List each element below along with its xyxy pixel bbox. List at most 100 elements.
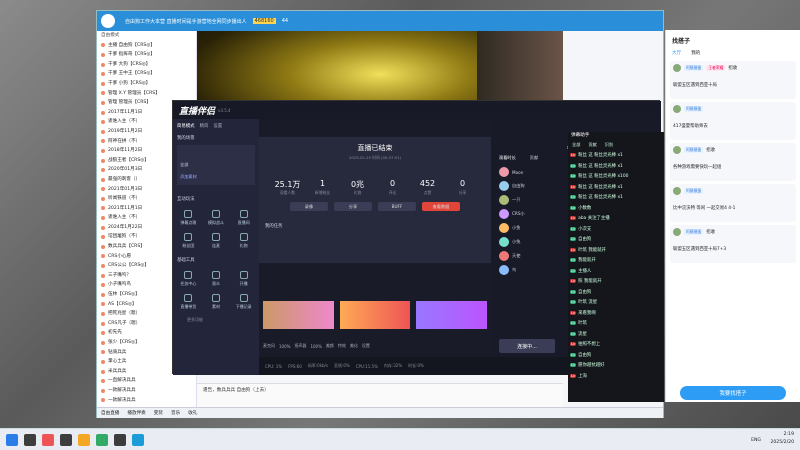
- chat-row[interactable]: Lv 自由狗: [568, 350, 664, 361]
- app-icon[interactable]: [42, 433, 54, 446]
- audio-control-label[interactable]: 麦克风: [263, 343, 275, 349]
- audio-control-label[interactable]: 扬声器: [294, 343, 306, 349]
- steam-icon[interactable]: [24, 433, 36, 446]
- find-team-button[interactable]: 我要找搭子: [680, 386, 786, 400]
- chat-row[interactable]: Lv 愿你越抗越好: [568, 360, 664, 371]
- audio-control-label[interactable]: 100%: [279, 344, 290, 349]
- chat-row[interactable]: Lv 自由狗: [568, 234, 664, 245]
- chat-row[interactable]: Lv 叶筑: [568, 318, 664, 329]
- member-row[interactable]: 干爹 大狗【CRS◎】: [97, 60, 196, 70]
- chat-row[interactable]: Lv 粉丝 这 粉丝灵光棒 x1: [568, 150, 664, 161]
- task-thumb[interactable]: [416, 301, 488, 329]
- member-row[interactable]: 管理 X.Y 管理员【CRS】: [97, 89, 196, 99]
- chat-row[interactable]: Lv 叶筑 流星: [568, 297, 664, 308]
- app-icon[interactable]: [132, 433, 144, 446]
- chat-tab-detect[interactable]: 识别: [605, 142, 613, 150]
- system-tray[interactable]: ENG 2:19 2025/2/20: [751, 431, 794, 447]
- ended-action-button[interactable]: 查看数据: [422, 202, 460, 211]
- chat-tab-contrib[interactable]: 贡献: [588, 142, 596, 150]
- find-team-tabs[interactable]: 大厅 我的: [666, 50, 800, 56]
- start-icon[interactable]: [6, 433, 18, 446]
- mode-tab[interactable]: 简易模式: [177, 123, 195, 129]
- basic-tool-item[interactable]: 任务中心: [176, 269, 201, 289]
- member-row[interactable]: 干爹 王中王【CRS◎】: [97, 69, 196, 79]
- chat-row[interactable]: Lv 粉丝 这 粉丝灵光棒 x1: [568, 192, 664, 203]
- lang-indicator[interactable]: ENG: [751, 438, 761, 443]
- ended-action-button[interactable]: 录像: [290, 202, 328, 211]
- bottom-tool[interactable]: 变装: [154, 410, 163, 416]
- team-card[interactable]: 阿猿猿蛋 王者荣耀 招收 联盟五区遇到西亚十局: [670, 61, 796, 99]
- add-material-button[interactable]: 添加素材: [180, 174, 252, 180]
- member-row[interactable]: 一款解决兵兵: [97, 386, 196, 396]
- chat-row[interactable]: Lv 粉丝 这 粉丝灵光棒 x1: [568, 182, 664, 193]
- ended-action-button[interactable]: 分享: [334, 202, 372, 211]
- member-status-icon: [101, 196, 105, 201]
- clock-date[interactable]: 2025/2/20: [770, 439, 794, 447]
- chat-row[interactable]: Lv 小数数: [568, 203, 664, 214]
- member-row[interactable]: 干爹 指挥哥【CRS◎】: [97, 50, 196, 60]
- rank-tab-time[interactable]: 观看时长: [499, 155, 516, 161]
- app-icon[interactable]: [96, 433, 108, 446]
- audio-control-label[interactable]: 美颜: [326, 343, 334, 349]
- tool-item[interactable]: 礼物: [231, 231, 256, 251]
- bottom-tool[interactable]: 自由直播: [101, 410, 119, 416]
- start-broadcast-button[interactable]: 连接中...: [499, 339, 555, 353]
- bottom-tool[interactable]: 收礼: [188, 410, 197, 416]
- more-features[interactable]: 更多功能: [173, 315, 259, 325]
- chat-row[interactable]: Lv 拍照不想上: [568, 339, 664, 350]
- task-thumb[interactable]: [339, 301, 411, 329]
- app-icon[interactable]: [60, 433, 72, 446]
- ended-action-button[interactable]: BUFF: [378, 202, 416, 211]
- chat-row[interactable]: Lv 我能就开: [568, 255, 664, 266]
- chat-row[interactable]: Lv 上海: [568, 371, 664, 382]
- chat-row[interactable]: Lv 照 我能就开: [568, 276, 664, 287]
- member-row[interactable]: 主播 自由狗【CRS◎】: [97, 41, 196, 51]
- team-card[interactable]: 阿猿猿蛋 招收 联盟五区遇到西亚十局7+3: [670, 225, 796, 263]
- simple-tab[interactable]: 精简: [200, 123, 209, 129]
- tool-item[interactable]: 弹幕点歌: [176, 208, 201, 228]
- basic-tool-item[interactable]: 素材: [204, 292, 229, 312]
- settings-tab[interactable]: 设置: [213, 123, 222, 129]
- scene-all[interactable]: 全部: [180, 162, 252, 168]
- tool-item[interactable]: 模拟战斗: [204, 208, 229, 228]
- task-thumbnails[interactable]: [263, 301, 488, 329]
- basic-tool-item[interactable]: 直播带货: [176, 292, 201, 312]
- member-row[interactable]: 一款解决兵兵: [97, 396, 196, 406]
- tab-hall[interactable]: 大厅: [672, 50, 681, 56]
- chat-row[interactable]: Lv 流星: [568, 329, 664, 340]
- chat-row[interactable]: Lv 自由狗: [568, 287, 664, 298]
- chat-row[interactable]: Lv 主播人: [568, 266, 664, 277]
- audio-control-label[interactable]: 美化: [350, 343, 358, 349]
- team-card[interactable]: 阿猿猿蛋 比中浣沃特 等闲 一起交易4 4-1: [670, 184, 796, 222]
- chat-row[interactable]: Lv aba 关注了主播: [568, 213, 664, 224]
- app-icon[interactable]: [78, 433, 90, 446]
- tab-mine[interactable]: 我的: [691, 50, 700, 56]
- chat-row[interactable]: Lv 来看我啊: [568, 308, 664, 319]
- chat-row[interactable]: Lv 叶筑 我能就开: [568, 245, 664, 256]
- tool-item[interactable]: 粉丝团: [176, 231, 201, 251]
- clock-time[interactable]: 2:19: [770, 431, 794, 439]
- chat-input-area[interactable]: 遣告，数兵兵兵 自由狗（上去）: [197, 383, 563, 407]
- rank-tab-contrib[interactable]: 贡献: [530, 155, 538, 161]
- audio-control-label[interactable]: 100%: [310, 344, 321, 349]
- member-row[interactable]: 干爹 小狗【CRS◎】: [97, 79, 196, 89]
- member-row[interactable]: 一直解决兵兵: [97, 376, 196, 386]
- basic-tool-item[interactable]: 下播记录: [231, 292, 256, 312]
- team-card[interactable]: 阿猿猿蛋 417盛夏帮助师去: [670, 102, 796, 140]
- mode-label[interactable]: 自由模式: [97, 31, 196, 41]
- chat-tab-all[interactable]: 全部: [572, 142, 580, 150]
- bottom-tool[interactable]: 播放伴奏: [127, 410, 145, 416]
- chat-row[interactable]: Lv 粉丝 这 粉丝灵光棒 x1: [568, 161, 664, 172]
- chat-row[interactable]: Lv 小次支: [568, 224, 664, 235]
- tool-item[interactable]: 直播间: [231, 208, 256, 228]
- audio-control-label[interactable]: 特效: [338, 343, 346, 349]
- tool-item[interactable]: 连麦: [204, 231, 229, 251]
- team-card[interactable]: 阿猿猿蛋 招收 各种游戏需要快玩一起组: [670, 143, 796, 181]
- basic-tool-item[interactable]: 观众: [204, 269, 229, 289]
- basic-tool-item[interactable]: 开播: [231, 269, 256, 289]
- chat-row[interactable]: Lv 粉丝 这 粉丝灵光棒 x100: [568, 171, 664, 182]
- audio-control-label[interactable]: 设置: [362, 343, 370, 349]
- bottom-tool[interactable]: 音乐: [171, 410, 180, 416]
- app-icon[interactable]: [114, 433, 126, 446]
- task-thumb[interactable]: [263, 301, 334, 329]
